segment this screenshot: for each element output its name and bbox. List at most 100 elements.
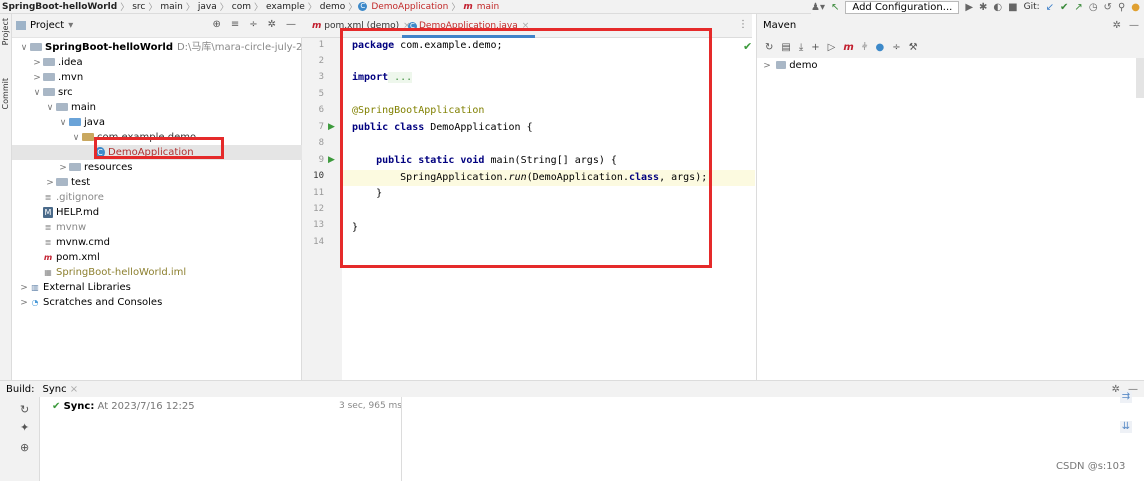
locate-icon[interactable]: ⊕: [212, 19, 220, 30]
tree-item-label: test: [71, 177, 91, 188]
reload-icon[interactable]: ↻: [765, 42, 773, 53]
sync-result-row[interactable]: ✔ Sync: At 2023/7/16 12:25 3 sec, 965 ms: [52, 401, 402, 415]
history-icon[interactable]: ◷: [1089, 2, 1098, 13]
chevron-down-icon[interactable]: ∨: [31, 86, 43, 100]
breadcrumb-method[interactable]: main: [475, 2, 502, 12]
user-icon[interactable]: ♟▾: [811, 2, 825, 13]
breadcrumb-src[interactable]: src: [130, 2, 147, 12]
gear-icon[interactable]: ✲: [1112, 384, 1120, 395]
tree-item[interactable]: ∨ main: [12, 100, 302, 115]
soft-wrap-icon[interactable]: ⇉: [1120, 391, 1132, 403]
tree-item-label: SpringBoot-helloWorld: [45, 42, 173, 53]
tree-item[interactable]: > test: [12, 175, 302, 190]
pin-icon[interactable]: ✦: [20, 421, 29, 434]
project-view-selector[interactable]: Project: [30, 20, 64, 31]
project-tool-tab[interactable]: Project: [1, 18, 10, 45]
tree-item-label: .idea: [58, 57, 83, 68]
tree-item[interactable]: > .mvn: [12, 70, 302, 85]
skip-tests-icon[interactable]: ●: [876, 42, 885, 53]
debug-icon[interactable]: ✱: [979, 2, 987, 13]
tree-item[interactable]: ≣ mvnw: [12, 220, 302, 235]
gear-icon[interactable]: ✲: [268, 19, 276, 30]
generate-sources-icon[interactable]: ▤: [781, 42, 790, 53]
chevron-right-icon[interactable]: >: [18, 296, 30, 310]
gear-icon[interactable]: ✲: [1113, 20, 1121, 31]
chevron-down-icon[interactable]: ∨: [57, 116, 69, 130]
tree-item[interactable]: ▦ SpringBoot-helloWorld.iml: [12, 265, 302, 280]
tree-item-label: java: [84, 117, 105, 128]
run-main-gutter-icon[interactable]: ▶: [328, 155, 335, 165]
hide-icon[interactable]: —: [286, 19, 296, 30]
divider: [401, 397, 402, 481]
tree-item[interactable]: ∨ src: [12, 85, 302, 100]
tree-item[interactable]: M HELP.md: [12, 205, 302, 220]
chevron-right-icon[interactable]: >: [18, 281, 30, 295]
run-icon[interactable]: ▶: [965, 2, 973, 13]
tree-item-label: main: [71, 102, 96, 113]
collapse-all-icon[interactable]: ÷: [249, 19, 257, 30]
chevron-down-icon[interactable]: ∨: [18, 41, 30, 55]
breadcrumb-main[interactable]: main: [158, 2, 185, 12]
chevron-right-icon[interactable]: >: [31, 71, 43, 85]
expand-all-icon[interactable]: ≡: [231, 19, 239, 30]
tree-item[interactable]: ≣ .gitignore: [12, 190, 302, 205]
breadcrumb-class[interactable]: DemoApplication: [369, 2, 450, 12]
tree-item[interactable]: ∨ SpringBoot-helloWorld D:\马库\mara-circle-…: [12, 40, 302, 55]
git-update-icon[interactable]: ↙: [1046, 2, 1054, 13]
rollback-icon[interactable]: ↺: [1104, 2, 1112, 13]
tree-item[interactable]: > resources: [12, 160, 302, 175]
commit-tool-tab[interactable]: Commit: [1, 78, 10, 109]
tree-item[interactable]: ≣ mvnw.cmd: [12, 235, 302, 250]
add-configuration-button[interactable]: Add Configuration...: [845, 0, 960, 14]
maven-tree-item-demo[interactable]: > demo: [757, 58, 817, 74]
tree-item[interactable]: m pom.xml: [12, 250, 302, 265]
breadcrumb-example[interactable]: example: [264, 2, 307, 12]
run-icon[interactable]: ▷: [828, 42, 836, 53]
file-icon: ≣: [44, 237, 52, 247]
close-icon[interactable]: ×: [70, 384, 78, 395]
highlight-box-code: [340, 28, 712, 268]
scroll-to-end-icon[interactable]: ⇊: [1120, 421, 1132, 433]
hammer-icon[interactable]: ↖: [831, 2, 839, 13]
breadcrumb-project[interactable]: SpringBoot-helloWorld: [0, 2, 119, 12]
chevron-down-icon[interactable]: ▾: [68, 20, 73, 31]
breadcrumb-java[interactable]: java: [196, 2, 219, 12]
folder-icon: [56, 178, 68, 186]
run-class-gutter-icon[interactable]: ▶: [328, 122, 335, 132]
collapse-icon[interactable]: ÷: [892, 42, 900, 53]
chevron-down-icon[interactable]: ∨: [44, 101, 56, 115]
success-check-icon: ✔: [52, 401, 61, 412]
breadcrumb-com[interactable]: com: [230, 2, 253, 12]
download-icon[interactable]: ⤓: [799, 42, 803, 53]
toggle-offline-icon[interactable]: ⫩: [862, 42, 868, 53]
search-icon[interactable]: ⚲: [1118, 2, 1125, 13]
tree-item-label: .gitignore: [56, 192, 104, 203]
update-icon[interactable]: ●: [1131, 2, 1140, 13]
tree-item[interactable]: > ◔ Scratches and Consoles: [12, 295, 302, 310]
maven-goal-icon[interactable]: m: [843, 42, 853, 53]
chevron-right-icon[interactable]: >: [761, 59, 773, 74]
refresh-icon[interactable]: ↻: [20, 403, 29, 416]
breadcrumb-demo[interactable]: demo: [318, 2, 348, 12]
tree-item[interactable]: > .idea: [12, 55, 302, 70]
wrench-icon[interactable]: ⚒: [909, 42, 918, 53]
tab-sync[interactable]: Sync ×: [42, 384, 78, 395]
tree-item[interactable]: > ▥ External Libraries: [12, 280, 302, 295]
chevron-right-icon[interactable]: >: [44, 176, 56, 190]
zoom-icon[interactable]: ⊕: [20, 441, 29, 454]
git-push-icon[interactable]: ↗: [1074, 2, 1082, 13]
stop-icon[interactable]: ■: [1008, 2, 1017, 13]
highlight-box-class: [94, 137, 224, 159]
tree-item[interactable]: ∨ java: [12, 115, 302, 130]
chevron-right-icon[interactable]: >: [31, 56, 43, 70]
chevron-down-icon[interactable]: ∨: [70, 131, 82, 145]
add-icon[interactable]: +: [811, 42, 819, 53]
git-commit-icon[interactable]: ✔: [1060, 2, 1068, 13]
more-tabs-icon[interactable]: ⋮: [738, 19, 748, 30]
chevron-right-icon[interactable]: >: [57, 161, 69, 175]
coverage-icon[interactable]: ◐: [993, 2, 1002, 13]
line-number: 11: [313, 188, 324, 198]
build-panel-header: Build: Sync × ✲ —: [0, 381, 1144, 397]
hide-icon[interactable]: —: [1129, 20, 1139, 31]
scrollbar[interactable]: [1136, 58, 1144, 98]
